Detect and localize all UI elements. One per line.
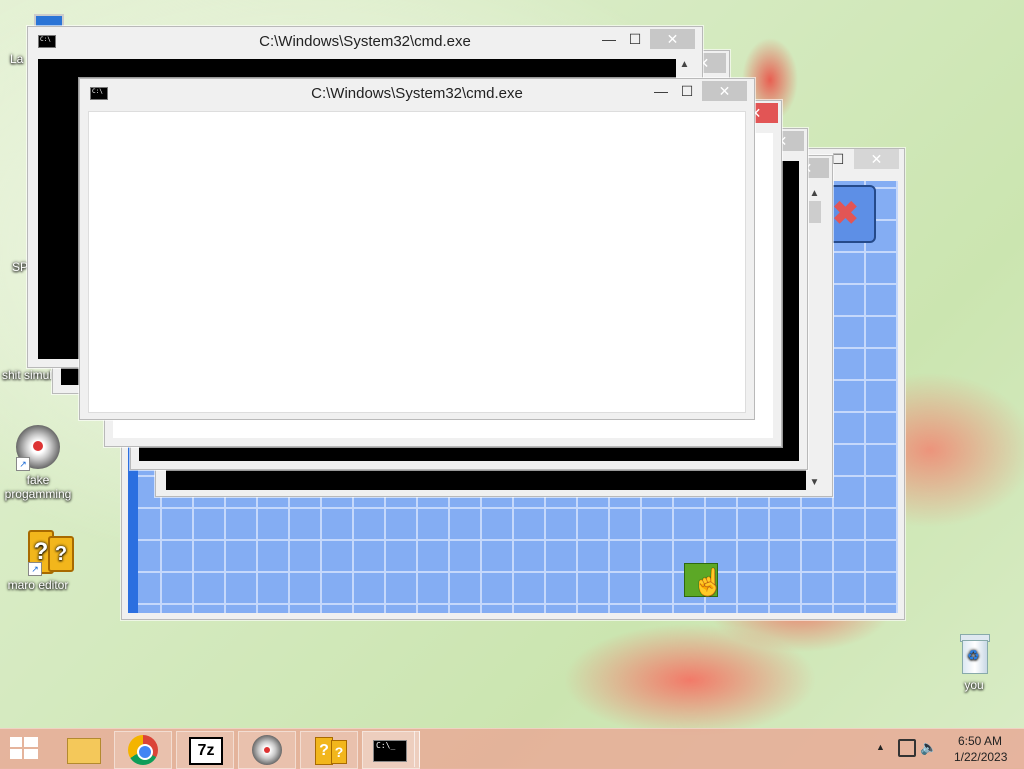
scroll-up-icon[interactable]: ▲ — [806, 188, 823, 199]
taskbar-app[interactable] — [238, 731, 296, 769]
scroll-up-icon[interactable]: ▲ — [676, 59, 693, 70]
maximize-button[interactable]: ☐ — [622, 29, 648, 49]
taskbar-file-explorer[interactable] — [54, 731, 112, 769]
desktop-icon-maro-editor[interactable]: ? ? ↗ maro editor — [0, 528, 76, 592]
taskbar-chrome[interactable] — [114, 731, 172, 769]
maximize-button[interactable]: ☐ — [674, 81, 700, 101]
taskbar-cmd[interactable]: C:\_ — [362, 731, 420, 769]
file-explorer-icon — [67, 738, 101, 764]
taskbar-7zip[interactable]: 7z — [176, 731, 234, 769]
taskbar-stack-edge — [414, 731, 420, 767]
volume-icon[interactable]: 🔈 — [920, 739, 937, 756]
desktop-icon-label: fake progamming — [4, 473, 72, 501]
close-button[interactable]: ✕ — [650, 29, 695, 49]
cmd-window-front[interactable]: C:\Windows\System32\cmd.exe — ☐ ✕ — [79, 78, 755, 420]
desktop-icon-recycle-bin[interactable]: ♻ you — [936, 630, 1012, 692]
console-area — [61, 367, 79, 385]
clock-time[interactable]: 6:50 AM — [958, 734, 1002, 748]
taskbar: 7z ? ? C:\_ ▲ 🔈 6:50 AM 1/22/2023 — [0, 728, 1024, 769]
desktop-icon-label: maro editor — [7, 578, 69, 592]
minimize-button[interactable]: — — [648, 81, 674, 101]
title-bar[interactable]: C:\Windows\System32\cmd.exe — ☐ ✕ — [80, 79, 754, 105]
cmd-icon: C:\_ — [373, 740, 407, 762]
network-icon[interactable] — [898, 739, 916, 757]
shortcut-arrow-icon: ↗ — [16, 457, 30, 471]
game-close-x-glyph: ✖ — [832, 195, 859, 231]
close-button[interactable]: ✕ — [854, 149, 899, 169]
desktop-icon-fake-progamming[interactable]: ↗ fake progamming — [0, 423, 76, 501]
recycle-bin-icon: ♻ — [954, 630, 994, 676]
windows-logo-icon — [10, 737, 38, 761]
7zip-icon: 7z — [189, 737, 223, 765]
show-hidden-icons-button[interactable]: ▲ — [876, 742, 885, 752]
scrollbar[interactable]: ▲ ▼ — [806, 188, 823, 490]
title-bar[interactable]: C:\Windows\System32\cmd.exe — ☐ ✕ — [28, 27, 702, 53]
question-block-icon: ? ? ↗ — [14, 528, 74, 576]
clock-date[interactable]: 1/22/2023 — [954, 750, 1007, 764]
start-button[interactable] — [10, 737, 38, 761]
pointing-hand-icon: ☝ — [692, 567, 725, 597]
minimize-button[interactable]: — — [596, 29, 622, 49]
close-button[interactable]: ✕ — [702, 81, 747, 101]
taskbar-maro-editor[interactable]: ? ? — [300, 731, 358, 769]
shortcut-arrow-icon: ↗ — [28, 562, 42, 576]
scroll-thumb[interactable] — [808, 201, 821, 223]
scroll-down-icon[interactable]: ▼ — [806, 477, 823, 488]
app-shortcut-icon: ↗ — [14, 423, 62, 471]
recycle-bin-label: you — [964, 678, 984, 692]
console-area[interactable] — [88, 111, 746, 413]
